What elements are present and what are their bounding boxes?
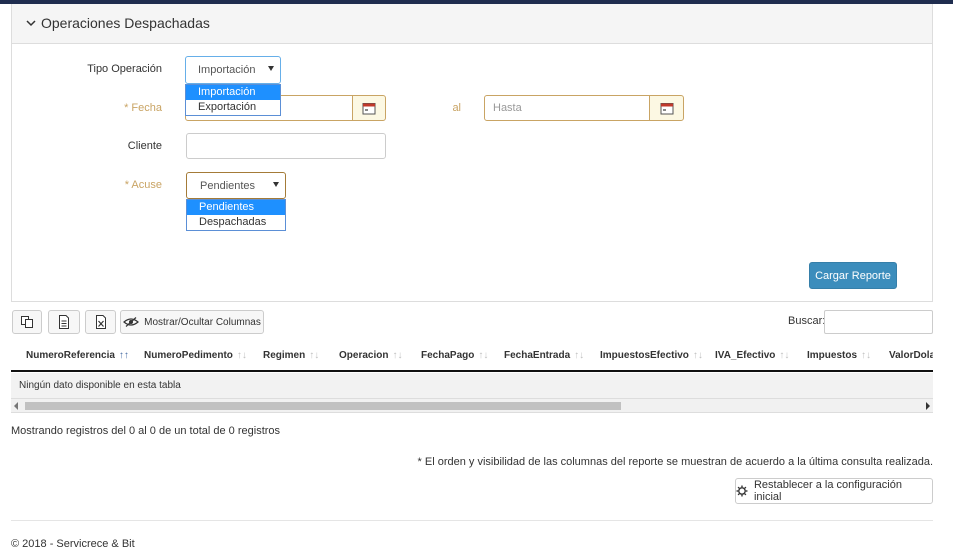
- column-header[interactable]: ImpuestosEfectivo ↑↓: [600, 350, 703, 361]
- cliente-input[interactable]: [186, 133, 386, 159]
- gear-icon: [736, 485, 748, 497]
- tipo-operacion-select[interactable]: Importación: [185, 56, 281, 84]
- copy-icon: [21, 316, 33, 328]
- al-label: al: [452, 102, 461, 114]
- scroll-left-icon[interactable]: [14, 402, 18, 410]
- sort-icon: ↑↓: [692, 350, 703, 361]
- calendar-icon: [660, 102, 673, 114]
- dropdown-option[interactable]: Pendientes: [187, 200, 285, 215]
- calendar-icon: [362, 102, 376, 114]
- empty-message: Ningún dato disponible en esta tabla: [19, 380, 181, 391]
- calendar-button[interactable]: [352, 95, 386, 121]
- columns-note: * El orden y visibilidad de las columnas…: [417, 456, 933, 468]
- acuse-value: Pendientes: [200, 179, 256, 192]
- sort-icon: ↑↓: [392, 350, 403, 361]
- filter-panel: Operaciones Despachadas: [11, 4, 933, 302]
- sort-icon: ↑↓: [861, 350, 872, 361]
- search-input[interactable]: [824, 310, 933, 334]
- horizontal-scrollbar[interactable]: [11, 399, 933, 413]
- excel-icon: [95, 315, 106, 329]
- column-header[interactable]: FechaEntrada ↑↓: [504, 350, 584, 361]
- toggle-columns-label: Mostrar/Ocultar Columnas: [144, 316, 261, 328]
- column-header[interactable]: FechaPago ↑↓: [421, 350, 488, 361]
- column-header[interactable]: IVA_Efectivo ↑↓: [715, 350, 789, 361]
- acuse-dropdown: Pendientes Despachadas: [186, 199, 286, 231]
- table-info: Mostrando registros del 0 al 0 de un tot…: [11, 425, 281, 437]
- table-row: Ningún dato disponible en esta tabla: [11, 373, 933, 399]
- scroll-right-icon[interactable]: [926, 402, 930, 410]
- column-header[interactable]: NumeroReferencia ↑↑: [26, 350, 129, 361]
- panel-header[interactable]: Operaciones Despachadas: [12, 4, 932, 44]
- sort-icon: ↑↓: [478, 350, 489, 361]
- caret-down-icon: [268, 66, 274, 71]
- dropdown-option[interactable]: Exportación: [186, 100, 280, 115]
- fecha-hasta-input[interactable]: Hasta: [484, 95, 650, 121]
- excel-button[interactable]: [85, 310, 116, 334]
- eye-slash-icon: [123, 317, 140, 327]
- caret-down-icon: [273, 182, 279, 187]
- sort-icon: ↑↓: [309, 350, 320, 361]
- copy-button[interactable]: [12, 310, 42, 334]
- sort-icon: ↑↓: [236, 350, 247, 361]
- calendar-button[interactable]: [649, 95, 684, 121]
- reset-config-label: Restablecer a la configuración inicial: [753, 479, 902, 503]
- divider: [11, 520, 933, 521]
- toggle-columns-button[interactable]: Mostrar/Ocultar Columnas: [120, 310, 264, 334]
- column-header[interactable]: Regimen ↑↓: [263, 350, 319, 361]
- column-header[interactable]: Impuestos ↑↓: [807, 350, 871, 361]
- tipo-operacion-label: Tipo Operación: [87, 63, 162, 75]
- cliente-label: Cliente: [127, 140, 162, 152]
- panel-title: Operaciones Despachadas: [41, 15, 210, 31]
- sort-asc-icon: ↑↑: [118, 350, 129, 361]
- column-header[interactable]: Operacion ↑↓: [339, 350, 402, 361]
- tipo-operacion-value: Importación: [198, 64, 256, 76]
- dropdown-option[interactable]: Despachadas: [187, 215, 285, 230]
- chevron-down-icon[interactable]: [24, 16, 38, 30]
- csv-button[interactable]: [48, 310, 80, 334]
- cargar-reporte-button[interactable]: Cargar Reporte: [809, 262, 897, 289]
- document-icon: [59, 315, 69, 329]
- hasta-placeholder: Hasta: [493, 102, 522, 114]
- scrollbar-thumb[interactable]: [25, 402, 621, 410]
- column-header[interactable]: ValorDolar: [889, 350, 933, 361]
- acuse-label: * Acuse: [124, 179, 162, 191]
- dropdown-option[interactable]: Importación: [186, 85, 280, 100]
- tipo-operacion-dropdown: Importación Exportación: [185, 84, 281, 116]
- fecha-label: * Fecha: [124, 102, 162, 114]
- table-header: NumeroReferencia ↑↑ NumeroPedimento ↑↓ Reg…: [11, 340, 933, 372]
- reset-config-button[interactable]: Restablecer a la configuración inicial: [735, 478, 933, 504]
- acuse-select[interactable]: Pendientes: [186, 172, 286, 199]
- sort-icon: ↑↓: [779, 350, 790, 361]
- search-label: Buscar:: [788, 315, 826, 327]
- sort-icon: ↑↓: [574, 350, 585, 361]
- footer-copyright: © 2018 - Servicrece & Bit: [11, 538, 135, 550]
- column-header[interactable]: NumeroPedimento ↑↓: [144, 350, 247, 361]
